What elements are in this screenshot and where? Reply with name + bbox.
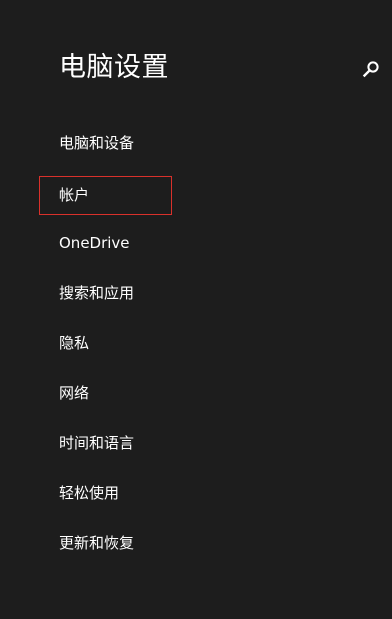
nav-item-label: 轻松使用 — [59, 484, 120, 502]
nav-item-label: 网络 — [59, 384, 90, 402]
nav-item-label: 更新和恢复 — [59, 534, 135, 552]
nav-item-label: 搜索和应用 — [59, 284, 135, 302]
nav-item-onedrive[interactable]: OneDrive — [39, 224, 172, 263]
nav-item-network[interactable]: 网络 — [39, 374, 172, 413]
settings-nav: 电脑和设备 帐户 OneDrive 搜索和应用 隐私 网络 时间和语言 轻松使用… — [0, 0, 392, 619]
nav-item-label: 隐私 — [59, 334, 90, 352]
nav-item-label: OneDrive — [59, 234, 130, 252]
nav-item-time-and-language[interactable]: 时间和语言 — [39, 424, 172, 463]
nav-item-search-and-apps[interactable]: 搜索和应用 — [39, 274, 172, 313]
nav-item-pc-and-devices[interactable]: 电脑和设备 — [39, 124, 172, 163]
nav-item-accounts[interactable]: 帐户 — [39, 176, 172, 215]
nav-item-label: 时间和语言 — [59, 434, 135, 452]
nav-item-privacy[interactable]: 隐私 — [39, 324, 172, 363]
nav-item-label: 帐户 — [59, 186, 90, 204]
nav-item-label: 电脑和设备 — [59, 134, 135, 152]
nav-item-ease-of-access[interactable]: 轻松使用 — [39, 474, 172, 513]
nav-item-update-and-recovery[interactable]: 更新和恢复 — [39, 524, 172, 563]
